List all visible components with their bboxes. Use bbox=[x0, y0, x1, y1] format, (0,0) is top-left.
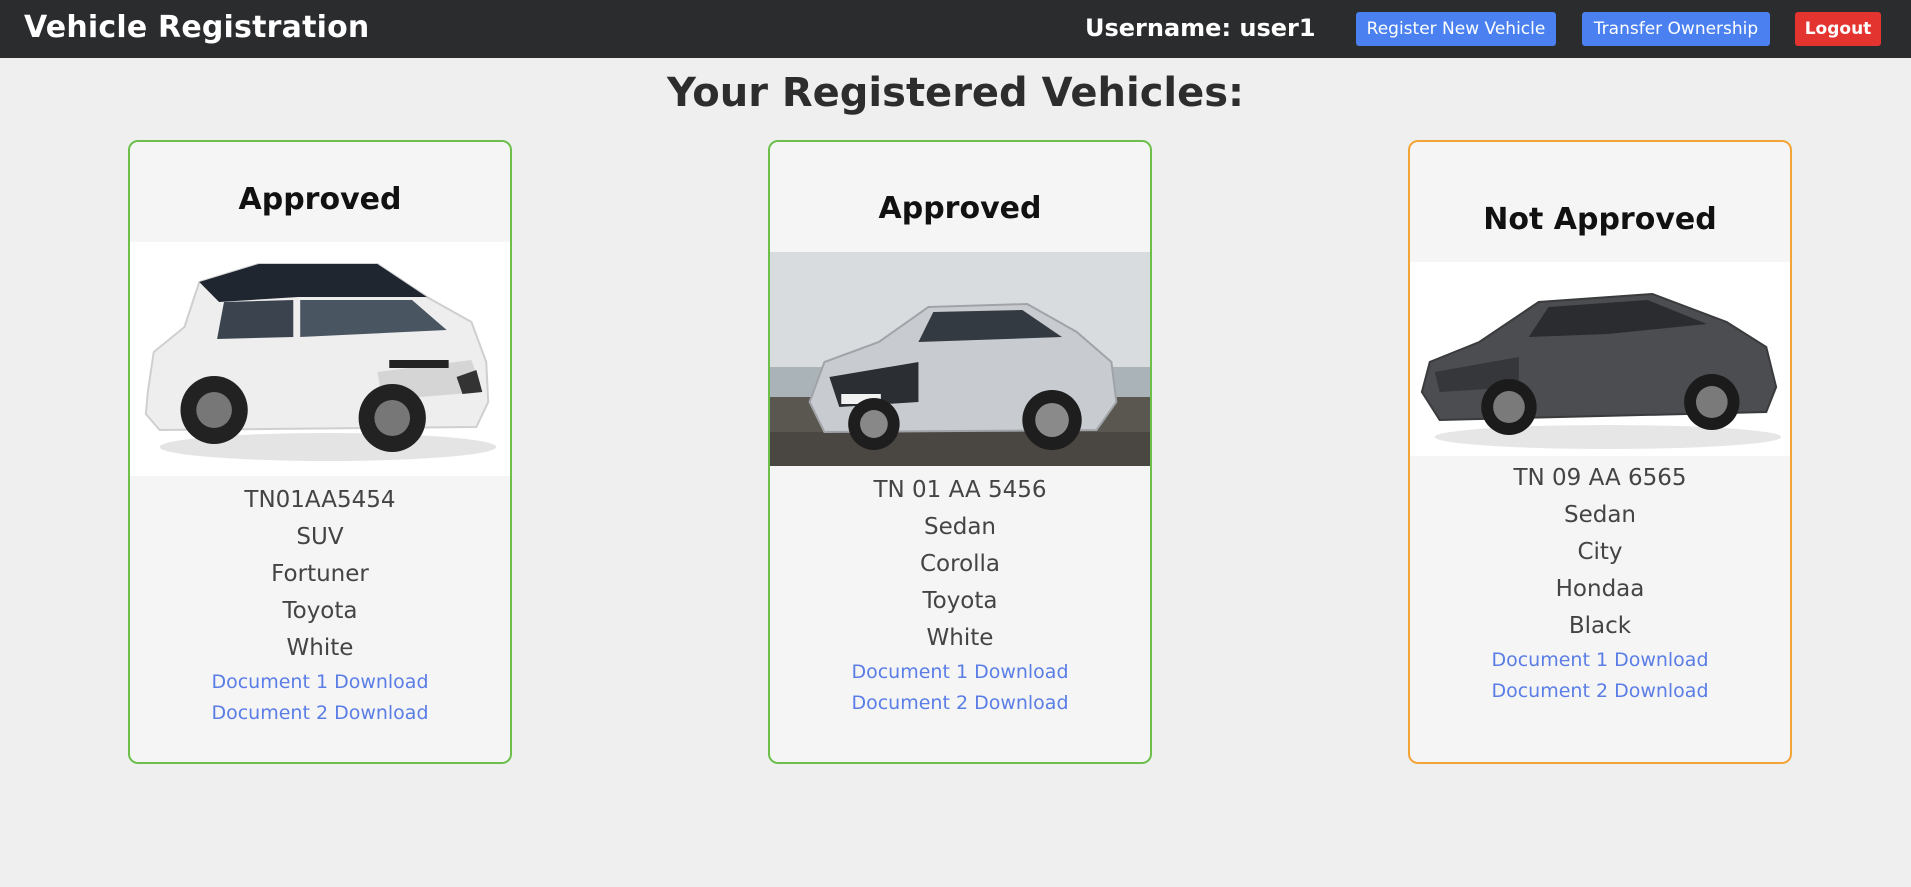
vehicle-color: White bbox=[286, 635, 354, 661]
vehicle-image bbox=[1410, 262, 1790, 456]
vehicle-make: Toyota bbox=[282, 598, 358, 624]
document-1-download-link[interactable]: Document 1 Download bbox=[770, 657, 1150, 688]
vehicle-model: City bbox=[1577, 539, 1623, 565]
plate-number: TN 09 AA 6565 bbox=[1513, 465, 1687, 491]
document-1-download-link[interactable]: Document 1 Download bbox=[130, 667, 510, 698]
vehicle-type: SUV bbox=[296, 524, 344, 550]
vehicle-make: Toyota bbox=[922, 588, 998, 614]
approval-status: Not Approved bbox=[1483, 202, 1717, 237]
page-title: Your Registered Vehicles: bbox=[666, 70, 1245, 116]
vehicle-card: Approved TN01AA5454 SUV Fortuner Toyota … bbox=[128, 140, 512, 764]
vehicle-card: Approved TN 01 AA 5456 Sedan Corolla Toy… bbox=[768, 140, 1152, 764]
vehicle-model: Corolla bbox=[919, 551, 1001, 577]
document-2-download-link[interactable]: Document 2 Download bbox=[130, 698, 510, 729]
username-label: Username: user1 bbox=[1085, 14, 1316, 42]
document-2-download-link[interactable]: Document 2 Download bbox=[770, 688, 1150, 719]
document-2-download-link[interactable]: Document 2 Download bbox=[1410, 676, 1790, 707]
vehicle-image bbox=[770, 252, 1150, 466]
top-navbar: Vehicle Registration Username: user1 Reg… bbox=[0, 0, 1911, 58]
logout-button[interactable]: Logout bbox=[1795, 12, 1881, 46]
app-title: Vehicle Registration bbox=[24, 10, 370, 45]
register-new-vehicle-button[interactable]: Register New Vehicle bbox=[1356, 12, 1556, 46]
document-1-download-link[interactable]: Document 1 Download bbox=[1410, 645, 1790, 676]
plate-number: TN 01 AA 5456 bbox=[873, 477, 1047, 503]
vehicle-details: TN 01 AA 5456 Sedan Corolla Toyota White… bbox=[770, 472, 1150, 719]
approval-status: Approved bbox=[238, 182, 402, 217]
approval-status: Approved bbox=[878, 191, 1042, 226]
vehicle-color: White bbox=[926, 625, 994, 651]
vehicle-details: TN 09 AA 6565 Sedan City Hondaa Black Do… bbox=[1410, 460, 1790, 707]
vehicle-type: Sedan bbox=[1563, 502, 1637, 528]
plate-number: TN01AA5454 bbox=[244, 487, 396, 513]
vehicle-details: TN01AA5454 SUV Fortuner Toyota White Doc… bbox=[130, 482, 510, 729]
vehicle-model: Fortuner bbox=[271, 561, 369, 587]
vehicle-image bbox=[130, 242, 510, 476]
transfer-ownership-button[interactable]: Transfer Ownership bbox=[1582, 12, 1770, 46]
vehicle-type: Sedan bbox=[923, 514, 997, 540]
vehicle-color: Black bbox=[1568, 613, 1632, 639]
vehicle-make: Hondaa bbox=[1555, 576, 1645, 602]
vehicle-card: Not Approved TN 09 AA 6565 Sedan City Ho… bbox=[1408, 140, 1792, 764]
